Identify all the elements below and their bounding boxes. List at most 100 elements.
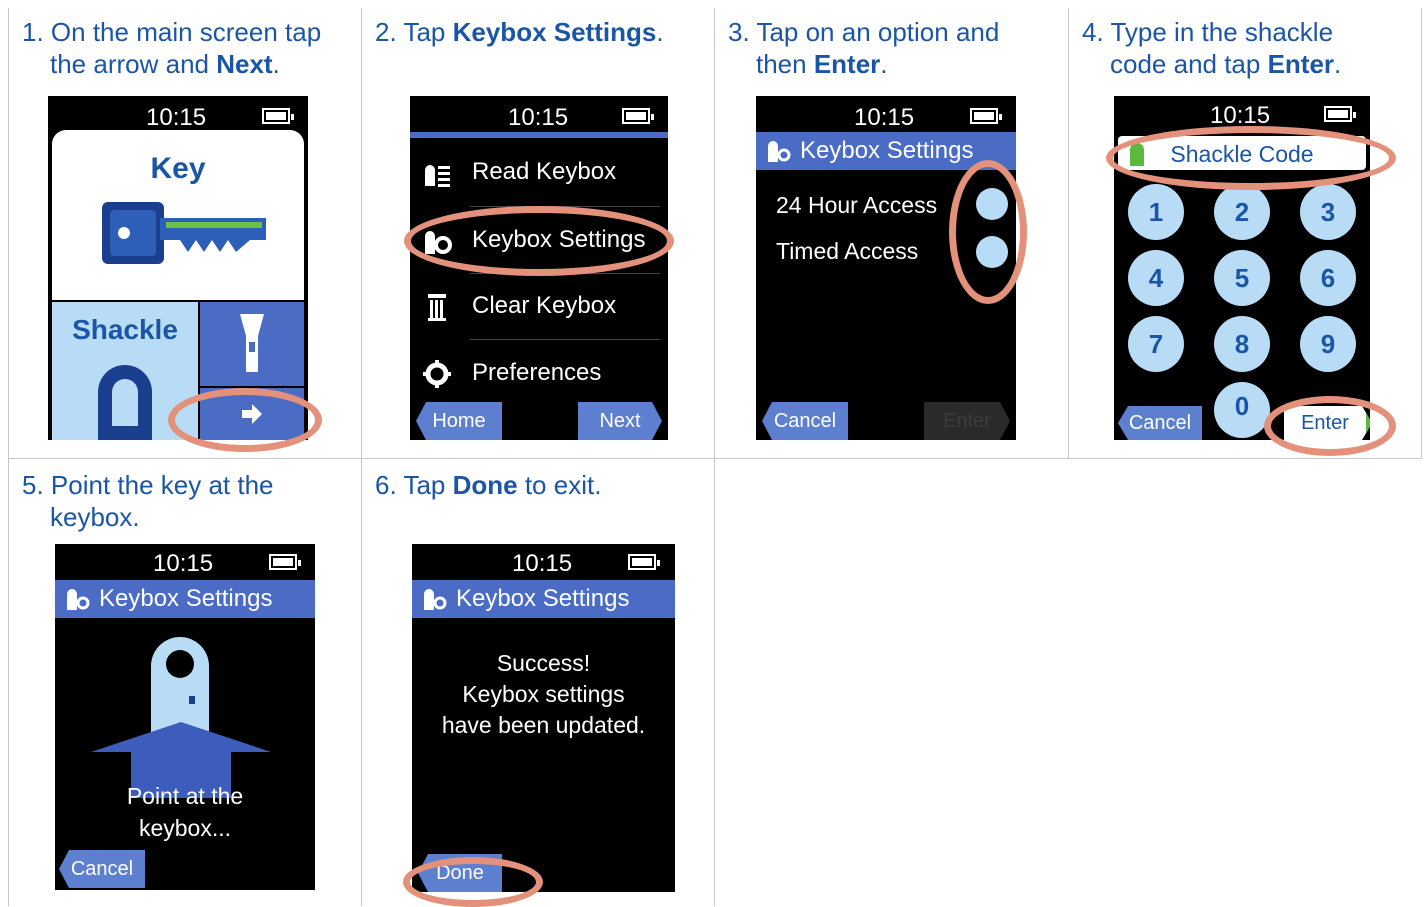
divider [470, 339, 660, 340]
key-6[interactable]: 6 [1300, 250, 1356, 306]
key-4[interactable]: 4 [1128, 250, 1184, 306]
key-2[interactable]: 2 [1214, 184, 1270, 240]
key-3[interactable]: 3 [1300, 184, 1356, 240]
clock: 10:15 [146, 104, 207, 131]
step-3-cell: 3. Tap on an option and then Enter. 10:1… [714, 8, 1068, 458]
highlight-oval [168, 388, 322, 452]
step-bold: Next [216, 49, 273, 79]
step-1-text: 1. On the main screen tap the arrow and … [22, 16, 321, 80]
enter-button[interactable]: Enter [924, 402, 1010, 440]
step-text: Tap [403, 17, 453, 47]
flashlight-button[interactable] [200, 302, 304, 386]
step-text: Tap [403, 470, 453, 500]
message-line: Success! [496, 650, 591, 676]
flashlight-icon [240, 314, 264, 372]
header-strip [410, 132, 668, 138]
message-line: Point at the [126, 783, 244, 809]
key-1[interactable]: 1 [1128, 184, 1184, 240]
keybox-settings-icon [67, 589, 90, 610]
option-timed-label: Timed Access [776, 238, 919, 264]
trash-icon [428, 294, 446, 321]
key-8[interactable]: 8 [1214, 316, 1270, 372]
read-keybox-icon [425, 165, 450, 187]
step-text: keybox. [50, 502, 140, 532]
step-1-cell: 1. On the main screen tap the arrow and … [8, 8, 361, 458]
menu-label: Read Keybox [472, 158, 617, 185]
clock: 10:15 [512, 550, 573, 577]
clock: 10:15 [153, 550, 214, 577]
step-text: . [880, 49, 888, 79]
clock: 10:15 [508, 104, 569, 131]
step-text: Type in the shackle [1110, 17, 1334, 47]
key-panel[interactable]: Key [52, 130, 304, 300]
keybox-settings-icon [424, 589, 447, 610]
device-screen-point: 10:15 Keybox Settings Point at the keybo… [55, 544, 315, 890]
menu-item-read-keybox[interactable]: Read Keybox [410, 140, 668, 206]
highlight-oval [949, 160, 1027, 304]
device-screen-main: 10:15 Key Shackle [48, 96, 308, 440]
battery-icon [622, 108, 654, 124]
step-6-text: 6. Tap Done to exit. [375, 469, 601, 501]
battery-icon [1324, 106, 1356, 122]
battery-icon [262, 108, 294, 124]
highlight-oval [1264, 396, 1396, 456]
key-5[interactable]: 5 [1214, 250, 1270, 306]
point-message: Point at the keybox... [55, 780, 315, 844]
cancel-button[interactable]: Cancel [1118, 406, 1202, 440]
step-number: 2. [375, 17, 397, 47]
step-text: . [272, 49, 280, 79]
instruction-table: 1. On the main screen tap the arrow and … [8, 8, 1422, 907]
step-bold: Enter [813, 49, 881, 79]
step-bold: Keybox Settings [452, 17, 657, 47]
shackle-label: Shackle [72, 314, 178, 345]
step-bold: Done [452, 470, 518, 500]
step-3-text: 3. Tap on an option and then Enter. [728, 16, 999, 80]
step-number: 5. [22, 470, 44, 500]
step-bold: Enter [1267, 49, 1335, 79]
highlight-oval [1106, 126, 1396, 190]
message-line: keybox... [138, 815, 232, 841]
menu-label: Preferences [472, 359, 602, 386]
step-text: On the main screen tap [50, 17, 322, 47]
step-text: then [756, 49, 814, 79]
device-screen-success: 10:15 Keybox Settings Success! Keybox se… [412, 544, 675, 892]
key-icon [102, 202, 266, 264]
success-message: Success! Keybox settings have been updat… [412, 648, 675, 741]
menu-item-preferences[interactable]: Preferences [410, 341, 668, 407]
step-2-cell: 2. Tap Keybox Settings. 10:15 Read Keybo… [361, 8, 714, 458]
key-0[interactable]: 0 [1214, 382, 1270, 438]
step-number: 3. [728, 17, 750, 47]
key-9[interactable]: 9 [1300, 316, 1356, 372]
keybox-settings-icon [768, 141, 791, 162]
home-button[interactable]: Home [416, 402, 502, 440]
clock: 10:15 [854, 104, 915, 131]
step-text: the arrow and [50, 49, 217, 79]
step-2-text: 2. Tap Keybox Settings. [375, 16, 664, 48]
title-bar: Keybox Settings [412, 580, 675, 618]
step-text: Tap on an option and [756, 17, 1000, 47]
step-text: Point the key at the [50, 470, 274, 500]
option-24-hour-label: 24 Hour Access [776, 192, 938, 218]
gear-icon [423, 360, 451, 388]
battery-icon [970, 108, 1002, 124]
highlight-oval [403, 857, 543, 907]
step-text: to exit. [517, 470, 602, 500]
message-line: Keybox settings [462, 681, 625, 707]
key-label: Key [150, 152, 206, 185]
step-5-text: 5. Point the key at the keybox. [22, 469, 274, 533]
cancel-button[interactable]: Cancel [762, 402, 848, 440]
screen-title: Keybox Settings [800, 137, 974, 164]
step-number: 1. [22, 17, 44, 47]
step-number: 6. [375, 470, 397, 500]
battery-icon [269, 554, 301, 570]
step-5-cell: 5. Point the key at the keybox. 10:15 Ke… [8, 459, 361, 906]
step-4-cell: 4. Type in the shackle code and tap Ente… [1068, 8, 1422, 458]
key-7[interactable]: 7 [1128, 316, 1184, 372]
menu-label: Clear Keybox [472, 292, 617, 319]
cancel-button[interactable]: Cancel [59, 850, 145, 888]
menu-item-clear-keybox[interactable]: Clear Keybox [410, 274, 668, 340]
step-4-text: 4. Type in the shackle code and tap Ente… [1082, 16, 1341, 80]
next-button[interactable]: Next [578, 402, 662, 440]
screen-title: Keybox Settings [99, 585, 273, 612]
shackle-icon [98, 365, 152, 440]
